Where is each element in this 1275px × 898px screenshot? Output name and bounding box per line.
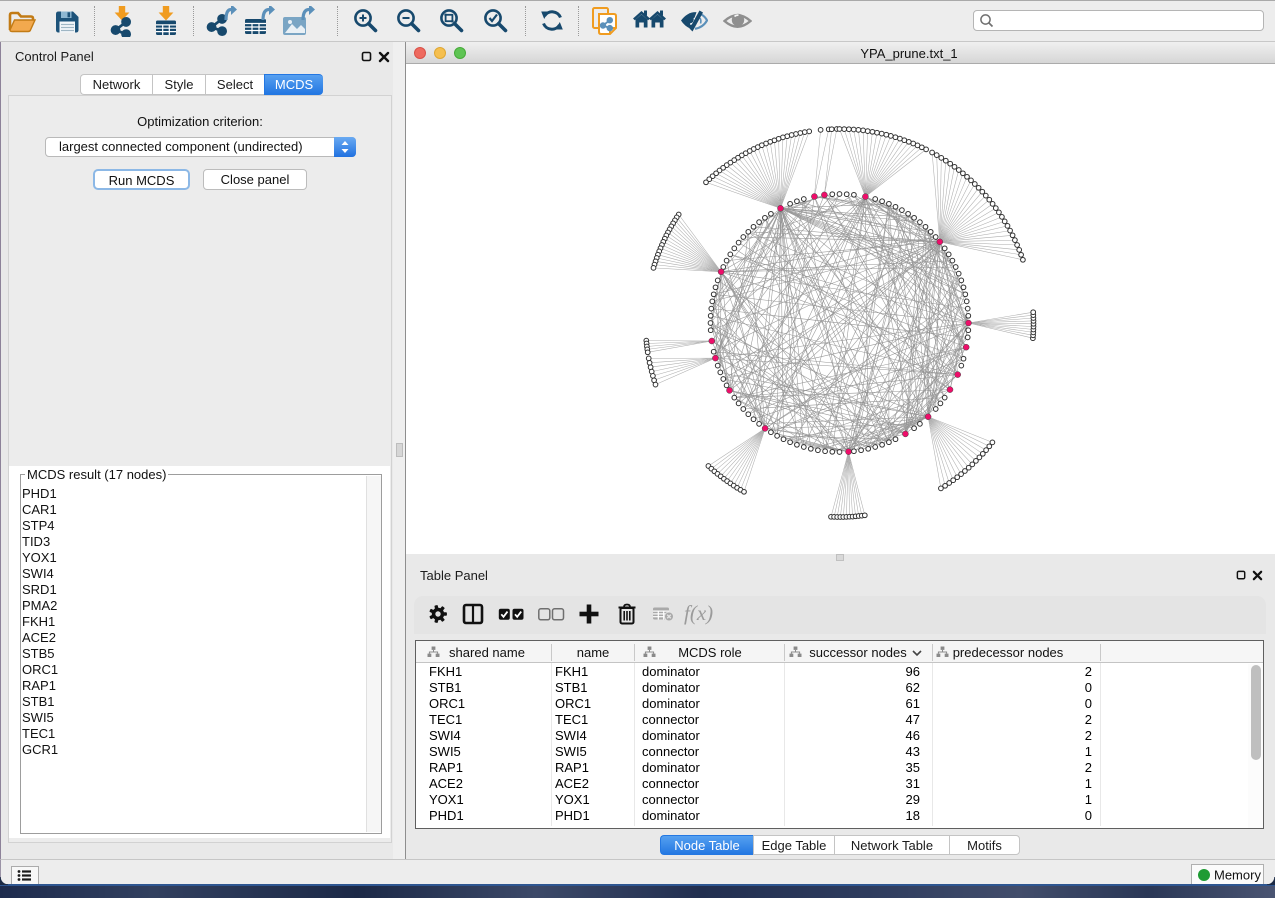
- svg-text:Memory: Memory: [1214, 868, 1261, 883]
